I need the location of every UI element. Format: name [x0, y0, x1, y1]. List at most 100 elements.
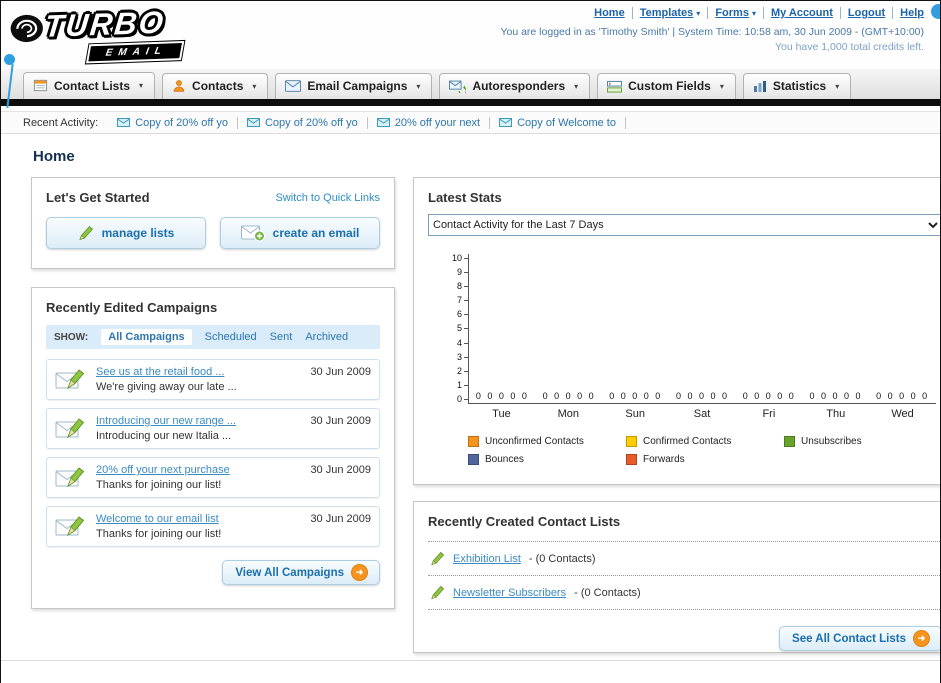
app-window: TURBO EMAIL Home Templates ▾ Forms ▾ My Ac…: [0, 0, 941, 683]
contact-lists-title: Recently Created Contact Lists: [428, 514, 621, 529]
get-started-title: Let's Get Started: [46, 190, 150, 205]
recent-activity-link[interactable]: Copy of 20% off yo: [265, 117, 358, 129]
create-email-button[interactable]: create an email: [220, 217, 380, 249]
campaign-row: 20% off your next purchase Thanks for jo…: [46, 457, 380, 498]
arrow-right-icon: ➜: [914, 631, 929, 646]
header: TURBO EMAIL Home Templates ▾ Forms ▾ My Ac…: [1, 1, 940, 108]
campaign-subtitle: Introducing our new Italia ...: [96, 430, 232, 442]
tab-label: Contacts: [192, 79, 244, 93]
top-link-templates[interactable]: Templates: [640, 7, 694, 19]
legend-item: Forwards: [626, 454, 784, 465]
chevron-down-icon: ▾: [719, 81, 724, 91]
tab-email-campaigns[interactable]: Email Campaigns ▾: [275, 73, 433, 99]
envelope-icon: [117, 118, 131, 127]
main-nav: Contact Lists ▾ Contacts ▾ Email Campaig…: [1, 69, 940, 99]
campaign-row: Introducing our new range ... Introducin…: [46, 408, 380, 449]
campaign-date: 30 Jun 2009: [310, 366, 371, 378]
logo-text-turbo: TURBO: [42, 4, 167, 44]
filter-scheduled[interactable]: Scheduled: [205, 331, 257, 343]
campaign-date: 30 Jun 2009: [310, 513, 371, 525]
switch-quick-links-link[interactable]: Switch to Quick Links: [275, 192, 380, 204]
nav-divider-bar: [1, 99, 940, 106]
stats-period-select[interactable]: Contact Activity for the Last 7 Days: [428, 214, 940, 236]
legend-swatch-confirmed: [626, 436, 637, 447]
recent-activity-link[interactable]: Copy of Welcome to: [517, 117, 616, 129]
chevron-down-icon: ▾: [574, 81, 579, 91]
right-column: Latest Stats Contact Activity for the La…: [413, 177, 940, 653]
contact-list-detail: - (0 Contacts): [574, 586, 641, 599]
envelope-icon: [246, 118, 260, 127]
legend-item: Bounces: [468, 454, 626, 465]
view-all-campaigns-label: View All Campaigns: [235, 566, 344, 579]
tab-statistics[interactable]: Statistics ▾: [742, 73, 852, 99]
envelope-icon: [499, 118, 513, 127]
header-right: Home Templates ▾ Forms ▾ My Account Logout…: [500, 7, 924, 53]
campaign-title-link[interactable]: Welcome to our email list: [96, 513, 301, 525]
recent-campaigns-panel: Recently Edited Campaigns SHOW: All Camp…: [31, 287, 395, 609]
tab-label: Email Campaigns: [307, 79, 408, 93]
legend-swatch-bounces: [468, 454, 479, 465]
see-all-contact-lists-button[interactable]: See All Contact Lists ➜: [779, 626, 940, 651]
top-links: Home Templates ▾ Forms ▾ My Account Logout…: [500, 7, 924, 19]
contact-list-name-link[interactable]: Exhibition List: [453, 553, 521, 565]
tab-label: Custom Fields: [628, 79, 711, 93]
latest-stats-title: Latest Stats: [428, 190, 502, 205]
recent-activity-bar: Recent Activity: Copy of 20% off yo Copy…: [1, 111, 940, 134]
legend-label: Forwards: [643, 454, 685, 465]
header-corner-dot: [931, 4, 940, 19]
tab-autoresponders[interactable]: Autoresponders ▾: [439, 73, 591, 99]
tab-contacts[interactable]: Contacts ▾: [162, 73, 269, 99]
campaign-date: 30 Jun 2009: [310, 464, 371, 476]
chevron-down-icon: ▾: [139, 81, 144, 90]
top-link-my-account[interactable]: My Account: [771, 7, 833, 19]
pencil-icon: [430, 585, 445, 600]
contact-lists-list: Exhibition List - (0 Contacts) Newslette…: [428, 541, 940, 610]
manage-lists-button[interactable]: manage lists: [46, 217, 206, 249]
view-all-campaigns-button[interactable]: View All Campaigns ➜: [222, 560, 380, 585]
legend-item: Unconfirmed Contacts: [468, 436, 626, 447]
pencil-icon: [78, 225, 94, 241]
tab-custom-fields[interactable]: Custom Fields ▾: [597, 73, 736, 99]
contact-list-detail: - (0 Contacts): [528, 552, 596, 565]
campaign-title-link[interactable]: Introducing our new range ...: [96, 415, 301, 427]
show-label: SHOW:: [54, 331, 89, 343]
campaign-row: Welcome to our email list Thanks for joi…: [46, 506, 380, 547]
legend-item: Confirmed Contacts: [626, 436, 784, 447]
top-link-logout[interactable]: Logout: [848, 7, 885, 19]
campaign-subtitle: Thanks for joining our list!: [96, 479, 222, 491]
top-link-help[interactable]: Help: [900, 7, 924, 19]
contact-list-name-link[interactable]: Newsletter Subscribers: [453, 587, 566, 599]
contact-lists-panel: Recently Created Contact Lists Exhibitio…: [413, 501, 940, 653]
legend-swatch-forwards: [626, 454, 637, 465]
chart-x-labels: Tue Mon Sun Sat Fri Thu Wed: [492, 408, 914, 420]
recent-activity-link[interactable]: Copy of 20% off yo: [135, 117, 228, 129]
filter-archived[interactable]: Archived: [305, 331, 348, 343]
campaign-date: 30 Jun 2009: [310, 415, 371, 427]
manage-lists-label: manage lists: [101, 226, 175, 240]
contact-list-item: Exhibition List - (0 Contacts): [428, 542, 940, 576]
recent-activity-label: Recent Activity:: [23, 116, 99, 129]
campaign-title-link[interactable]: 20% off your next purchase: [96, 464, 301, 476]
envelope-pencil-icon: [55, 415, 87, 442]
campaign-row: See us at the retail food ... We're givi…: [46, 359, 380, 400]
filter-sent[interactable]: Sent: [270, 331, 293, 343]
arrow-right-icon: ➜: [352, 565, 367, 580]
turbo-email-logo: TURBO EMAIL: [10, 4, 183, 64]
recent-activity-item: Copy of Welcome to: [490, 116, 626, 129]
recent-activity-link[interactable]: 20% off your next: [395, 117, 480, 129]
campaign-title-link[interactable]: See us at the retail food ...: [96, 366, 301, 378]
chevron-down-icon: ▾: [252, 81, 257, 91]
top-link-home[interactable]: Home: [594, 7, 625, 19]
top-link-forms[interactable]: Forms: [715, 7, 749, 19]
chevron-down-icon: ▾: [416, 81, 421, 91]
envelope-pencil-icon: [55, 464, 87, 491]
statistics-icon: [753, 80, 767, 93]
campaign-list: See us at the retail food ... We're givi…: [46, 359, 380, 547]
chevron-down-icon: ▾: [696, 8, 701, 18]
campaign-subtitle: We're giving away our late ...: [96, 381, 237, 393]
filter-all-campaigns[interactable]: All Campaigns: [101, 329, 192, 345]
legend-swatch-unconfirmed: [468, 436, 479, 447]
tab-contact-lists[interactable]: Contact Lists ▾: [23, 72, 156, 99]
legend-label: Confirmed Contacts: [643, 436, 732, 447]
contacts-icon: [172, 79, 186, 93]
